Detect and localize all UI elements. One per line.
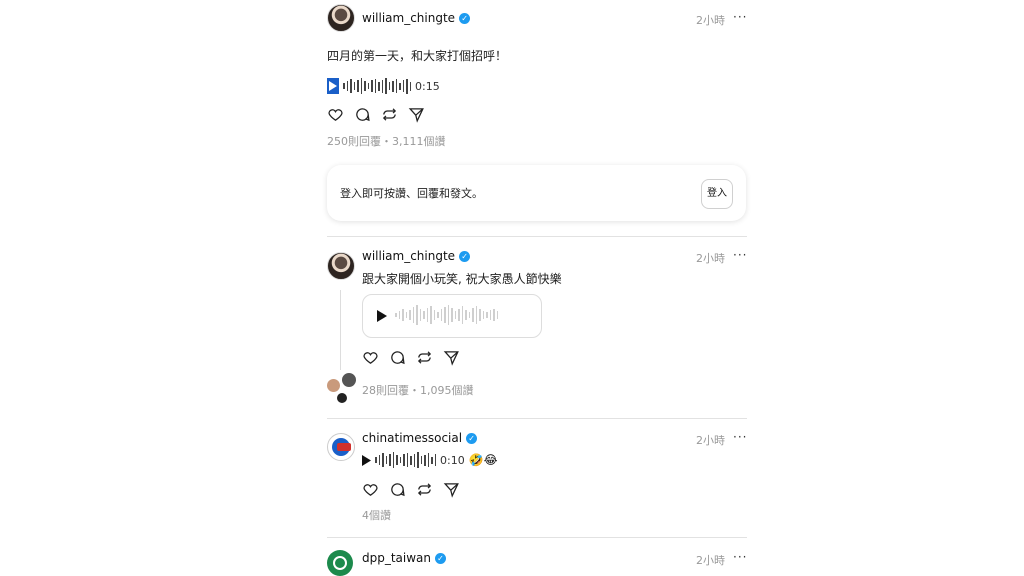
play-icon[interactable]	[362, 454, 371, 466]
share-icon[interactable]	[443, 481, 460, 498]
login-prompt-text: 登入即可按讚、回覆和發文。	[340, 187, 483, 200]
username[interactable]: william_chingte ✓	[362, 11, 471, 25]
audio-waveform	[375, 452, 436, 468]
repost-icon[interactable]	[416, 481, 433, 498]
share-icon[interactable]	[408, 106, 425, 123]
divider	[327, 236, 747, 237]
divider	[327, 537, 747, 538]
audio-player[interactable]: 0:10 🤣😂	[362, 451, 498, 469]
post-stats[interactable]: 28則回覆・1,095個讚	[362, 382, 474, 398]
audio-player[interactable]: 0:15	[327, 77, 440, 95]
emoji-text: 🤣😂	[468, 453, 498, 467]
verified-icon: ✓	[459, 251, 471, 262]
comment-icon[interactable]	[389, 481, 406, 498]
post-actions	[362, 481, 460, 498]
repost-icon[interactable]	[381, 106, 398, 123]
play-icon[interactable]	[327, 78, 339, 94]
more-options-button[interactable]: ···	[733, 550, 747, 564]
verified-icon: ✓	[459, 13, 471, 24]
audio-waveform	[395, 305, 498, 325]
audio-player[interactable]	[362, 294, 542, 338]
post-text: 四月的第一天，和大家打個招呼！	[327, 49, 508, 63]
comment-icon[interactable]	[354, 106, 371, 123]
audio-duration: 0:15	[415, 79, 440, 93]
post-text: 跟大家開個小玩笑, 祝大家愚人節快樂	[362, 272, 562, 286]
avatar	[341, 372, 357, 388]
audio-duration: 0:10	[440, 453, 465, 467]
login-prompt-card: 登入即可按讚、回覆和發文。 登入	[327, 165, 746, 221]
avatar	[326, 378, 341, 393]
heart-icon[interactable]	[362, 349, 379, 366]
verified-icon: ✓	[466, 433, 478, 444]
more-options-button[interactable]: ···	[733, 430, 747, 444]
heart-icon[interactable]	[362, 481, 379, 498]
post-actions	[362, 349, 460, 366]
avatar[interactable]	[327, 4, 355, 32]
avatar[interactable]	[327, 550, 353, 576]
comment-icon[interactable]	[389, 349, 406, 366]
post-time: 2小時	[696, 434, 725, 447]
verified-icon: ✓	[435, 553, 447, 564]
more-options-button[interactable]: ···	[733, 248, 747, 262]
post-time: 2小時	[696, 554, 725, 567]
post-time: 2小時	[696, 14, 725, 27]
share-icon[interactable]	[443, 349, 460, 366]
avatar[interactable]	[327, 433, 355, 461]
post-actions	[327, 106, 425, 123]
post-stats[interactable]: 4個讚	[362, 507, 391, 523]
play-icon[interactable]	[376, 309, 388, 323]
divider	[327, 418, 747, 419]
more-options-button[interactable]: ···	[733, 10, 747, 24]
heart-icon[interactable]	[327, 106, 344, 123]
thread-line	[340, 290, 341, 370]
post-time: 2小時	[696, 252, 725, 265]
username[interactable]: chinatimessocial ✓	[362, 431, 478, 445]
avatar	[336, 392, 348, 404]
login-button[interactable]: 登入	[701, 179, 733, 209]
repost-icon[interactable]	[416, 349, 433, 366]
post-stats[interactable]: 250則回覆・3,111個讚	[327, 133, 446, 149]
audio-waveform	[343, 78, 411, 94]
username[interactable]: william_chingte ✓	[362, 249, 471, 263]
avatar[interactable]	[327, 252, 355, 280]
username[interactable]: dpp_taiwan ✓	[362, 551, 447, 565]
reply-avatars[interactable]	[326, 372, 358, 404]
